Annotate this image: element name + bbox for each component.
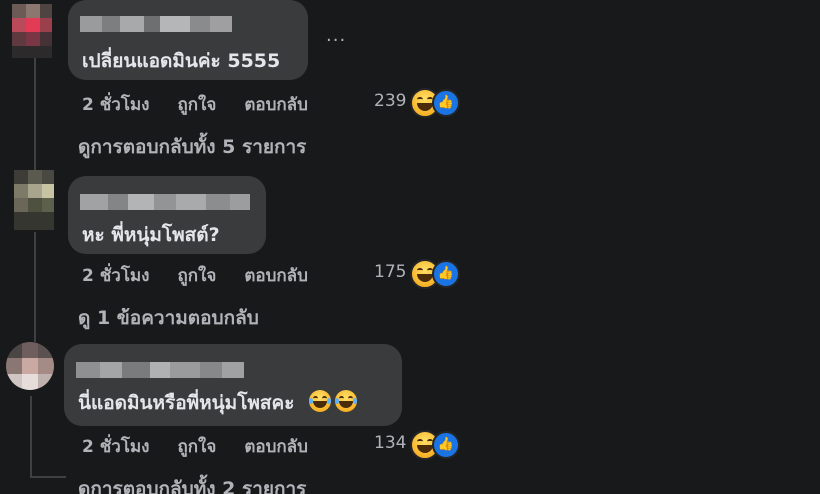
comment-bubble: นี่แอดมินหรือพี่หนุ่มโพสคะ xyxy=(64,344,402,426)
like-icon: 👍 xyxy=(432,431,460,459)
author-name-redacted[interactable] xyxy=(80,16,232,32)
thread-line xyxy=(34,58,36,178)
comment-text: เปลี่ยนแอดมินค่ะ 5555 xyxy=(82,50,281,72)
comment-actions: 2 ชั่วโมง ถูกใจ ตอบกลับ xyxy=(82,433,308,460)
author-name-redacted[interactable] xyxy=(76,362,244,378)
like-button[interactable]: ถูกใจ xyxy=(177,433,216,460)
comment-actions: 2 ชั่วโมง ถูกใจ ตอบกลับ xyxy=(82,262,308,289)
avatar[interactable] xyxy=(6,342,54,390)
view-replies-link[interactable]: ดู 1 ข้อความตอบกลับ xyxy=(78,303,259,333)
thread-line xyxy=(34,232,36,342)
like-button[interactable]: ถูกใจ xyxy=(177,262,216,289)
reaction-count[interactable]: 239 xyxy=(374,91,406,111)
like-button[interactable]: ถูกใจ xyxy=(177,91,216,118)
reaction-icons[interactable]: 👍 xyxy=(410,259,462,289)
author-name-redacted[interactable] xyxy=(80,194,250,210)
comment-actions: 2 ชั่วโมง ถูกใจ ตอบกลับ xyxy=(82,91,308,118)
thread-line xyxy=(30,476,66,478)
timestamp[interactable]: 2 ชั่วโมง xyxy=(82,262,149,289)
more-options-button[interactable]: ··· xyxy=(326,30,346,51)
reaction-icons[interactable]: 👍 xyxy=(410,88,462,118)
reaction-count[interactable]: 175 xyxy=(374,262,406,282)
laughing-tears-emoji-icon xyxy=(335,390,358,412)
timestamp[interactable]: 2 ชั่วโมง xyxy=(82,91,149,118)
reply-button[interactable]: ตอบกลับ xyxy=(244,262,308,289)
timestamp[interactable]: 2 ชั่วโมง xyxy=(82,433,149,460)
avatar[interactable] xyxy=(12,4,52,58)
thread-line xyxy=(30,396,32,476)
comment-thread: เปลี่ยนแอดมินค่ะ 5555 ··· 2 ชั่วโมง ถูกใ… xyxy=(0,0,820,494)
laughing-tears-emoji-icon xyxy=(309,390,332,412)
like-icon: 👍 xyxy=(432,89,460,117)
comment-text: หะ พี่หนุ่มโพสต์? xyxy=(82,224,220,246)
reply-button[interactable]: ตอบกลับ xyxy=(244,433,308,460)
comment-text: นี่แอดมินหรือพี่หนุ่มโพสคะ xyxy=(78,388,358,418)
reaction-icons[interactable]: 👍 xyxy=(410,430,462,460)
reaction-count[interactable]: 134 xyxy=(374,433,406,453)
comment-bubble: เปลี่ยนแอดมินค่ะ 5555 xyxy=(68,0,308,80)
comment-text-body: นี่แอดมินหรือพี่หนุ่มโพสคะ xyxy=(78,392,295,414)
comment-bubble: หะ พี่หนุ่มโพสต์? xyxy=(68,176,266,254)
avatar[interactable] xyxy=(14,170,54,230)
view-replies-link[interactable]: ดการตอบกลับทั้ง 2 รายการ xyxy=(78,474,306,494)
view-replies-link[interactable]: ดูการตอบกลับทั้ง 5 รายการ xyxy=(78,132,306,162)
reply-button[interactable]: ตอบกลับ xyxy=(244,91,308,118)
like-icon: 👍 xyxy=(432,260,460,288)
